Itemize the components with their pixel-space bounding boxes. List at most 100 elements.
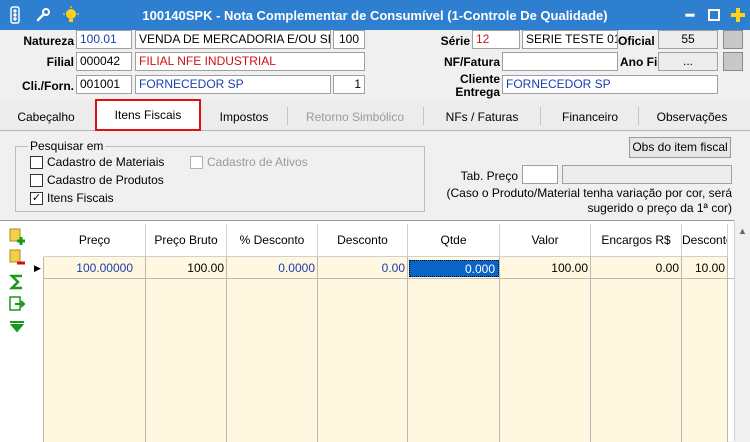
cell-desconto[interactable]: 0.00 xyxy=(318,260,408,277)
cliente-label-line2: Entrega xyxy=(455,85,500,99)
sum-icon[interactable] xyxy=(8,273,26,291)
items-grid-area: ▶ Preço Preço Bruto % Desconto Desconto … xyxy=(0,220,750,442)
cell-qtde[interactable]: 0.000 xyxy=(409,260,499,277)
cb-cadastro-materiais[interactable]: Cadastro de Materiais xyxy=(30,155,164,169)
col-header-valor[interactable]: Valor xyxy=(500,224,591,257)
nffatura-label: NF/Fatura xyxy=(443,55,500,69)
note-line2: sugerido o preço da 1ª cor) xyxy=(587,201,732,215)
restore-icon[interactable] xyxy=(702,3,726,27)
oficial-label: Oficial xyxy=(618,34,655,48)
column-body xyxy=(591,257,682,442)
tab-preco-field[interactable] xyxy=(522,165,558,184)
col-header-desconto[interactable]: Desconto xyxy=(318,224,408,257)
tab-separator xyxy=(638,107,639,125)
add-item-icon[interactable] xyxy=(8,227,26,245)
cell-pct-desconto[interactable]: 0.0000 xyxy=(227,260,318,277)
traffic-light-icon[interactable] xyxy=(2,2,28,28)
checkbox-icon[interactable] xyxy=(30,173,43,187)
search-panel: Pesquisar em Cadastro de Materiais Cadas… xyxy=(0,131,750,219)
cell-desconto-2[interactable]: 10.00 xyxy=(682,260,728,277)
cb-cadastro-ativos: Cadastro de Ativos xyxy=(190,155,308,169)
search-group-title: Pesquisar em xyxy=(28,139,106,153)
natureza-desc-field[interactable]: VENDA DE MERCADORIA E/OU SERVI xyxy=(135,30,331,49)
items-grid[interactable]: ▶ Preço Preço Bruto % Desconto Desconto … xyxy=(32,224,744,442)
column-body xyxy=(682,257,728,442)
tab-preco-desc-field[interactable] xyxy=(562,165,732,184)
col-header-preco-bruto[interactable]: Preço Bruto xyxy=(146,224,227,257)
cb-cadastro-produtos[interactable]: Cadastro de Produtos xyxy=(30,173,164,187)
column-body xyxy=(500,257,591,442)
tab-observacoes[interactable]: Observações xyxy=(642,105,742,129)
cell-valor[interactable]: 100.00 xyxy=(500,260,591,277)
cliforn-name-field[interactable]: FORNECEDOR SP xyxy=(135,75,331,94)
cb-itens-fiscais[interactable]: ✓ Itens Fiscais xyxy=(30,191,114,205)
cliforn-num-field[interactable]: 1 xyxy=(333,75,365,94)
tab-financeiro[interactable]: Financeiro xyxy=(545,105,635,129)
minimize-icon[interactable]: ━ xyxy=(678,3,702,27)
vertical-scrollbar[interactable]: ▲ xyxy=(734,220,750,441)
tab-nfs-faturas[interactable]: NFs / Faturas xyxy=(428,105,536,129)
natureza-num-field[interactable]: 100 xyxy=(333,30,365,49)
obs-item-fiscal-button[interactable]: Obs do item fiscal xyxy=(629,137,731,158)
col-header-encargos[interactable]: Encargos R$ xyxy=(591,224,682,257)
oficial-field[interactable]: 55 xyxy=(658,30,718,49)
tab-preco-label: Tab. Preço xyxy=(460,169,518,183)
cliente-entrega-label: Cliente Entrega xyxy=(420,73,500,99)
oficial-toggle[interactable] xyxy=(723,30,743,49)
lightbulb-icon[interactable] xyxy=(58,2,84,28)
column-body xyxy=(44,257,146,442)
note-line1: (Caso o Produto/Material tenha variação … xyxy=(446,186,732,200)
col-header-pct-desconto[interactable]: % Desconto xyxy=(227,224,318,257)
column-body xyxy=(318,257,408,442)
anofiscal-field[interactable]: ... xyxy=(658,52,718,71)
serie-desc-field[interactable]: SERIE TESTE 01.1 xyxy=(522,30,618,49)
column-body xyxy=(227,257,318,442)
cb-itens-label: Itens Fiscais xyxy=(47,191,114,205)
grid-toolbar xyxy=(0,221,32,442)
row-indicator-column xyxy=(32,257,44,442)
wrench-icon[interactable] xyxy=(30,2,56,28)
tab-itens-fiscais[interactable]: Itens Fiscais xyxy=(95,99,201,131)
serie-label: Série xyxy=(440,34,470,48)
serie-field[interactable]: 12 xyxy=(472,30,520,49)
window-title: 100140SPK - Nota Complementar de Consumí… xyxy=(142,7,608,23)
tab-impostos[interactable]: Impostos xyxy=(205,105,283,129)
natureza-code-field[interactable]: 100.01 xyxy=(76,30,132,49)
cb-ativos-label: Cadastro de Ativos xyxy=(207,155,308,169)
checkmark-icon[interactable]: ✓ xyxy=(30,191,43,205)
natureza-label: Natureza xyxy=(23,34,74,48)
column-body xyxy=(408,257,500,442)
remove-item-icon[interactable] xyxy=(8,248,26,266)
cliforn-code-field[interactable]: 001001 xyxy=(76,75,132,94)
tab-bar: Cabeçalho Itens Fiscais Impostos Retorno… xyxy=(0,99,750,131)
cb-produtos-label: Cadastro de Produtos xyxy=(47,173,164,187)
tab-retorno-simbolico[interactable]: Retorno Simbólico xyxy=(292,105,418,129)
cb-materiais-label: Cadastro de Materiais xyxy=(47,155,165,169)
cell-preco[interactable]: 100.00000 xyxy=(44,260,136,277)
color-price-note: (Caso o Produto/Material tenha variação … xyxy=(440,186,732,216)
cell-preco-bruto[interactable]: 100.00 xyxy=(146,260,227,277)
col-header-preco[interactable]: Preço xyxy=(44,224,146,257)
scroll-up-icon[interactable]: ▲ xyxy=(738,226,747,236)
collapse-icon[interactable] xyxy=(8,319,26,337)
tab-cabecalho[interactable]: Cabeçalho xyxy=(8,105,84,129)
cell-encargos[interactable]: 0.00 xyxy=(591,260,682,277)
filial-label: Filial xyxy=(46,55,74,69)
col-header-desconto-2[interactable]: Desconto xyxy=(682,224,728,257)
tab-separator xyxy=(287,107,288,125)
filial-code-field[interactable]: 000042 xyxy=(76,52,132,71)
tab-separator xyxy=(540,107,541,125)
column-body xyxy=(146,257,227,442)
cliente-entrega-field[interactable]: FORNECEDOR SP xyxy=(502,75,718,94)
row-divider xyxy=(44,278,744,279)
checkbox-icon[interactable] xyxy=(30,155,43,169)
export-icon[interactable] xyxy=(8,295,26,313)
current-row-arrow-icon: ▶ xyxy=(34,263,41,273)
col-header-qtde[interactable]: Qtde xyxy=(408,224,500,257)
filial-name-field[interactable]: FILIAL NFE INDUSTRIAL xyxy=(135,52,365,71)
tab-separator xyxy=(423,107,424,125)
cliforn-label: Cli./Forn. xyxy=(22,79,74,93)
anofiscal-toggle[interactable] xyxy=(723,52,743,71)
nffatura-field[interactable] xyxy=(502,52,618,71)
add-icon[interactable] xyxy=(726,3,750,27)
